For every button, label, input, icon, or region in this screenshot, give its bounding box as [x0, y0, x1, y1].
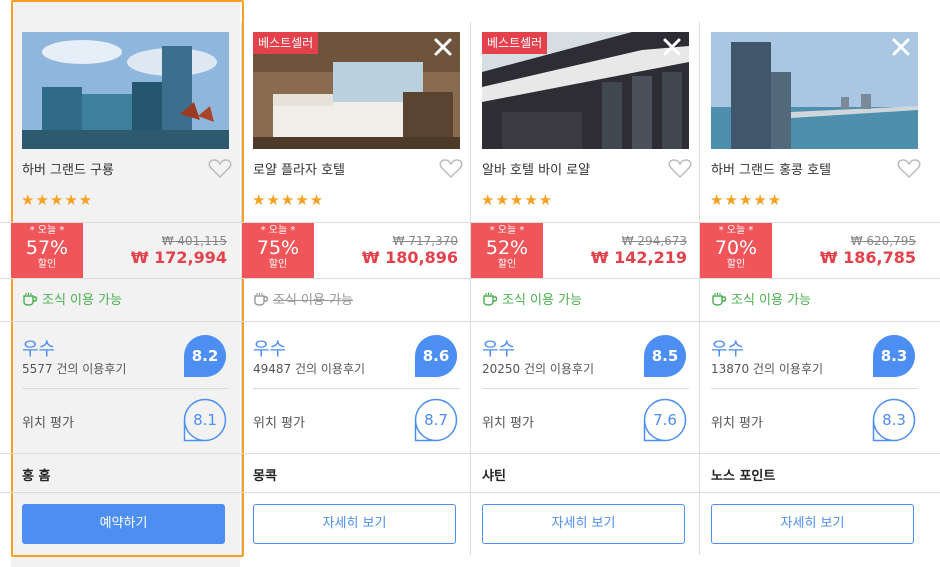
discount-today-label: * 오늘 * [489, 225, 525, 236]
inner-divider [482, 388, 689, 389]
hotel-card-1-content: 로얄 플라자 호텔 ★★★★★ * 오늘 * 75% 할인 ₩ 717,370 … [242, 0, 471, 567]
breakfast-info: 조식 이용 가능 [22, 289, 122, 310]
details-button[interactable]: 자세히 보기 [482, 504, 685, 544]
heart-icon[interactable] [668, 157, 692, 179]
review-score-badge: 8.2 [183, 334, 227, 378]
discount-badge: * 오늘 * 57% 할인 [11, 223, 83, 278]
inner-divider [711, 388, 918, 389]
inner-divider [22, 388, 229, 389]
breakfast-label: 조식 이용 가능 [731, 293, 812, 308]
breakfast-info: 조식 이용 가능 [711, 289, 811, 310]
hotel-card-2-content: 알바 호텔 바이 로얄 ★★★★★ * 오늘 * 52% 할인 ₩ 294,67… [471, 0, 700, 567]
hotel-name[interactable]: 로얄 플라자 호텔 [253, 159, 345, 178]
review-count[interactable]: 13870 건의 이용후기 [711, 360, 823, 377]
inner-divider [253, 388, 460, 389]
original-price: ₩ 717,370 [392, 234, 458, 248]
breakfast-info: 조식 이용 가능 [253, 289, 353, 310]
heart-icon[interactable] [208, 157, 232, 179]
discount-off-label: 할인 [268, 259, 288, 270]
original-price: ₩ 620,795 [850, 234, 916, 248]
sale-price[interactable]: ₩ 142,219 [591, 248, 687, 267]
hotel-name[interactable]: 알바 호텔 바이 로얄 [482, 159, 590, 178]
hotel-name[interactable]: 하버 그랜드 구룡 [22, 159, 114, 178]
review-count[interactable]: 20250 건의 이용후기 [482, 360, 594, 377]
hotel-card-3-content: 하버 그랜드 홍콩 호텔 ★★★★★ * 오늘 * 70% 할인 ₩ 620,7… [700, 0, 929, 567]
discount-percent: 52% [485, 237, 529, 259]
location-score-badge: 8.1 [183, 398, 227, 442]
review-score-badge: 8.5 [643, 334, 687, 378]
book-button[interactable]: 예약하기 [22, 504, 225, 544]
location-label: 위치 평가 [711, 416, 763, 431]
rating-label: 우수 [711, 339, 745, 360]
review-score-badge: 8.6 [414, 334, 458, 378]
hotel-area: 샤틴 [482, 469, 506, 484]
star-rating: ★★★★★ [481, 191, 554, 209]
review-score: 8.6 [423, 347, 450, 365]
original-price: ₩ 294,673 [621, 234, 687, 248]
star-rating: ★★★★★ [710, 191, 783, 209]
discount-off-label: 할인 [497, 259, 517, 270]
location-score: 8.1 [193, 411, 217, 429]
review-count[interactable]: 5577 건의 이용후기 [22, 360, 126, 377]
hotel-area: 홍 홈 [22, 469, 51, 484]
location-score-badge: 7.6 [643, 398, 687, 442]
sale-price[interactable]: ₩ 180,896 [362, 248, 458, 267]
heart-icon[interactable] [439, 157, 463, 179]
location-score: 7.6 [653, 411, 677, 429]
location-label: 위치 평가 [22, 416, 74, 431]
coffee-cup-icon [22, 292, 38, 310]
discount-off-label: 할인 [37, 259, 57, 270]
discount-off-label: 할인 [726, 259, 746, 270]
discount-today-label: * 오늘 * [260, 225, 296, 236]
hotel-name[interactable]: 하버 그랜드 홍콩 호텔 [711, 159, 831, 178]
review-score: 8.2 [192, 347, 219, 365]
hotel-comparison: 베스트셀러 베스트셀러 하버 그랜드 구룡 ★★★★★ * 오늘 * 57% 할… [0, 0, 940, 567]
review-score: 8.5 [652, 347, 679, 365]
breakfast-label: 조식 이용 가능 [502, 293, 583, 308]
discount-badge: * 오늘 * 75% 할인 [242, 223, 314, 278]
discount-badge: * 오늘 * 70% 할인 [700, 223, 772, 278]
location-score-badge: 8.7 [414, 398, 458, 442]
location-score-badge: 8.3 [872, 398, 916, 442]
sale-price[interactable]: ₩ 186,785 [820, 248, 916, 267]
breakfast-info: 조식 이용 가능 [482, 289, 582, 310]
star-rating: ★★★★★ [252, 191, 325, 209]
review-count[interactable]: 49487 건의 이용후기 [253, 360, 365, 377]
discount-badge: * 오늘 * 52% 할인 [471, 223, 543, 278]
coffee-cup-icon [482, 292, 498, 310]
sale-price[interactable]: ₩ 172,994 [131, 248, 227, 267]
discount-today-label: * 오늘 * [29, 225, 65, 236]
hotel-area: 노스 포인트 [711, 469, 776, 484]
breakfast-label: 조식 이용 가능 [273, 293, 354, 308]
original-price: ₩ 401,115 [161, 234, 227, 248]
review-score: 8.3 [881, 347, 908, 365]
review-score-badge: 8.3 [872, 334, 916, 378]
hotel-card-0-content: 하버 그랜드 구룡 ★★★★★ * 오늘 * 57% 할인 ₩ 401,115 … [11, 0, 240, 567]
hotel-area: 몽콕 [253, 469, 277, 484]
rating-label: 우수 [253, 339, 287, 360]
location-label: 위치 평가 [482, 416, 534, 431]
discount-today-label: * 오늘 * [718, 225, 754, 236]
heart-icon[interactable] [897, 157, 921, 179]
rating-label: 우수 [482, 339, 516, 360]
coffee-cup-icon [253, 292, 269, 310]
location-label: 위치 평가 [253, 416, 305, 431]
discount-percent: 70% [714, 237, 758, 259]
star-rating: ★★★★★ [21, 191, 94, 209]
details-button[interactable]: 자세히 보기 [711, 504, 914, 544]
discount-percent: 57% [25, 237, 69, 259]
discount-percent: 75% [256, 237, 300, 259]
coffee-cup-icon [711, 292, 727, 310]
location-score: 8.7 [424, 411, 448, 429]
rating-label: 우수 [22, 339, 56, 360]
breakfast-label: 조식 이용 가능 [42, 293, 123, 308]
location-score: 8.3 [882, 411, 906, 429]
details-button[interactable]: 자세히 보기 [253, 504, 456, 544]
